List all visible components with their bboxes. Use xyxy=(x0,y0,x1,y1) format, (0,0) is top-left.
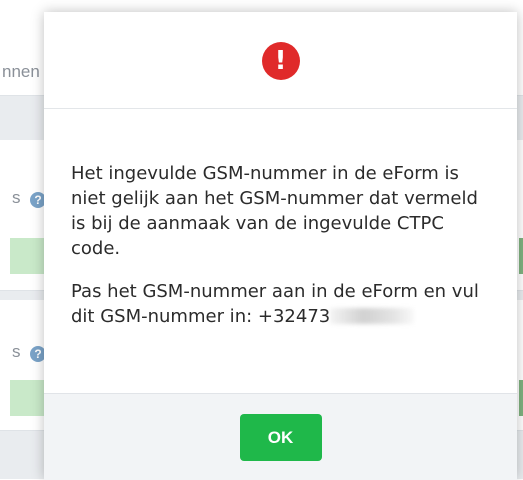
background-section-label-2: s xyxy=(12,342,21,361)
dialog-footer: OK xyxy=(44,393,517,480)
dialog-instruction-text: Pas het GSM-nummer aan in de eForm en vu… xyxy=(71,281,479,327)
background-section-label: s xyxy=(12,188,21,207)
exclamation-circle-icon: ! xyxy=(261,42,300,80)
background-partial-label: nnen xyxy=(2,62,40,81)
dialog-message: Het ingevulde GSM-nummer in de eForm is … xyxy=(71,163,478,259)
ok-button[interactable]: OK xyxy=(239,414,322,461)
alert-dialog: ! Het ingevulde GSM-nummer in de eForm i… xyxy=(44,12,517,480)
background-scroll-accent xyxy=(519,238,523,274)
dialog-instruction: Pas het GSM-nummer aan in de eForm en vu… xyxy=(71,279,491,329)
redacted-phone-digits xyxy=(330,308,415,324)
dialog-header: ! xyxy=(44,12,517,109)
dialog-body: Het ingevulde GSM-nummer in de eForm is … xyxy=(44,109,517,382)
background-scroll-accent-2 xyxy=(519,380,523,416)
